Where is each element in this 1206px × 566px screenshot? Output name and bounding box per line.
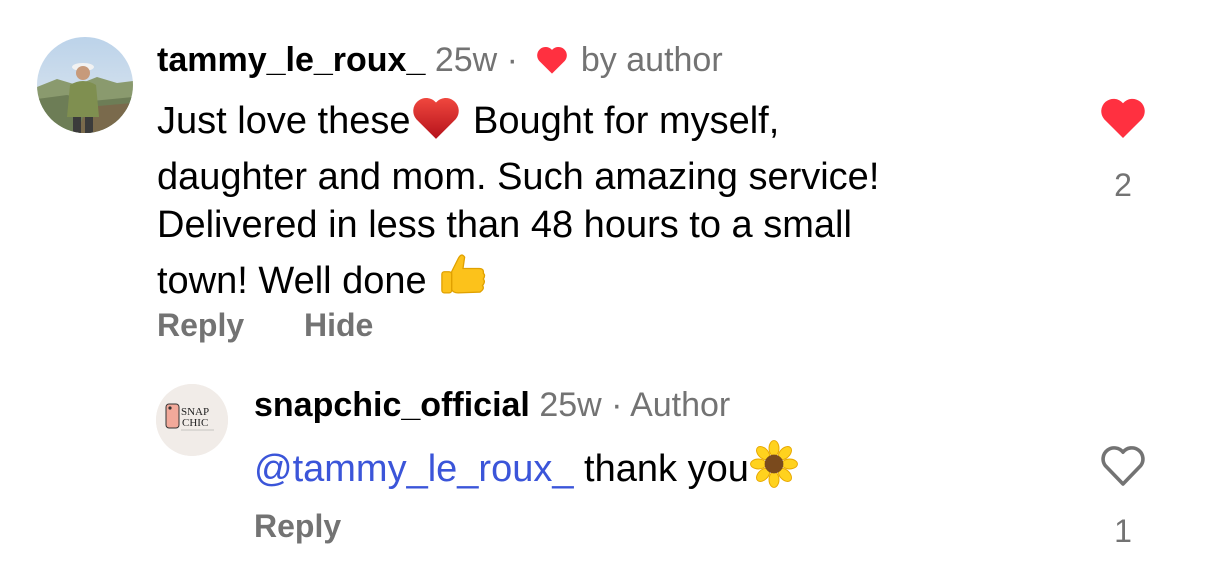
comment-text-line: daughter and mom. Such amazing service!: [157, 156, 880, 198]
reply-username[interactable]: snapchic_official: [254, 386, 530, 424]
comment-meta: tammy_le_roux_ 25w · by author: [157, 40, 723, 80]
avatar[interactable]: SNAP CHIC: [156, 384, 228, 456]
heart-filled-icon: [537, 46, 568, 74]
reply-meta: snapchic_official 25w · Author: [254, 385, 730, 425]
comment-text-line: Delivered in less than 48 hours to a sma…: [157, 204, 852, 246]
mention-link[interactable]: @tammy_le_roux_: [254, 448, 573, 490]
reply-time: 25w: [539, 386, 602, 424]
meta-separator: ·: [611, 386, 623, 424]
comment-text-line: Just love these: [157, 100, 411, 142]
like-button[interactable]: [1099, 96, 1147, 145]
liked-by-author: by author: [580, 41, 723, 79]
sunflower-emoji: [749, 439, 799, 501]
like-count: 2: [1114, 167, 1132, 203]
thumbs-up-emoji: [437, 249, 489, 313]
reply-text: @tammy_le_roux_ thank you: [254, 439, 799, 501]
heart-outline-icon: [1101, 446, 1145, 486]
like-count: 1: [1114, 513, 1132, 549]
comment-time: 25w: [434, 41, 498, 79]
comment-text-line: town! Well done: [157, 260, 427, 302]
logo-text-chic: CHIC: [182, 417, 208, 429]
comment-text-line: Bought for myself,: [473, 100, 780, 142]
author-badge: Author: [630, 386, 731, 424]
heart-filled-icon: [1101, 98, 1145, 138]
like-button[interactable]: [1099, 443, 1147, 492]
reply-button[interactable]: Reply: [157, 307, 244, 344]
red-heart-emoji: [410, 95, 462, 153]
comment-username[interactable]: tammy_le_roux_: [157, 41, 425, 79]
hide-button[interactable]: Hide: [304, 307, 373, 344]
reply-button[interactable]: Reply: [254, 508, 341, 545]
reply-text-content: thank you: [584, 448, 749, 490]
comment-text: Just love these Bought for myself, daugh…: [157, 95, 1057, 313]
meta-separator: ·: [506, 41, 518, 79]
avatar[interactable]: [37, 37, 133, 133]
